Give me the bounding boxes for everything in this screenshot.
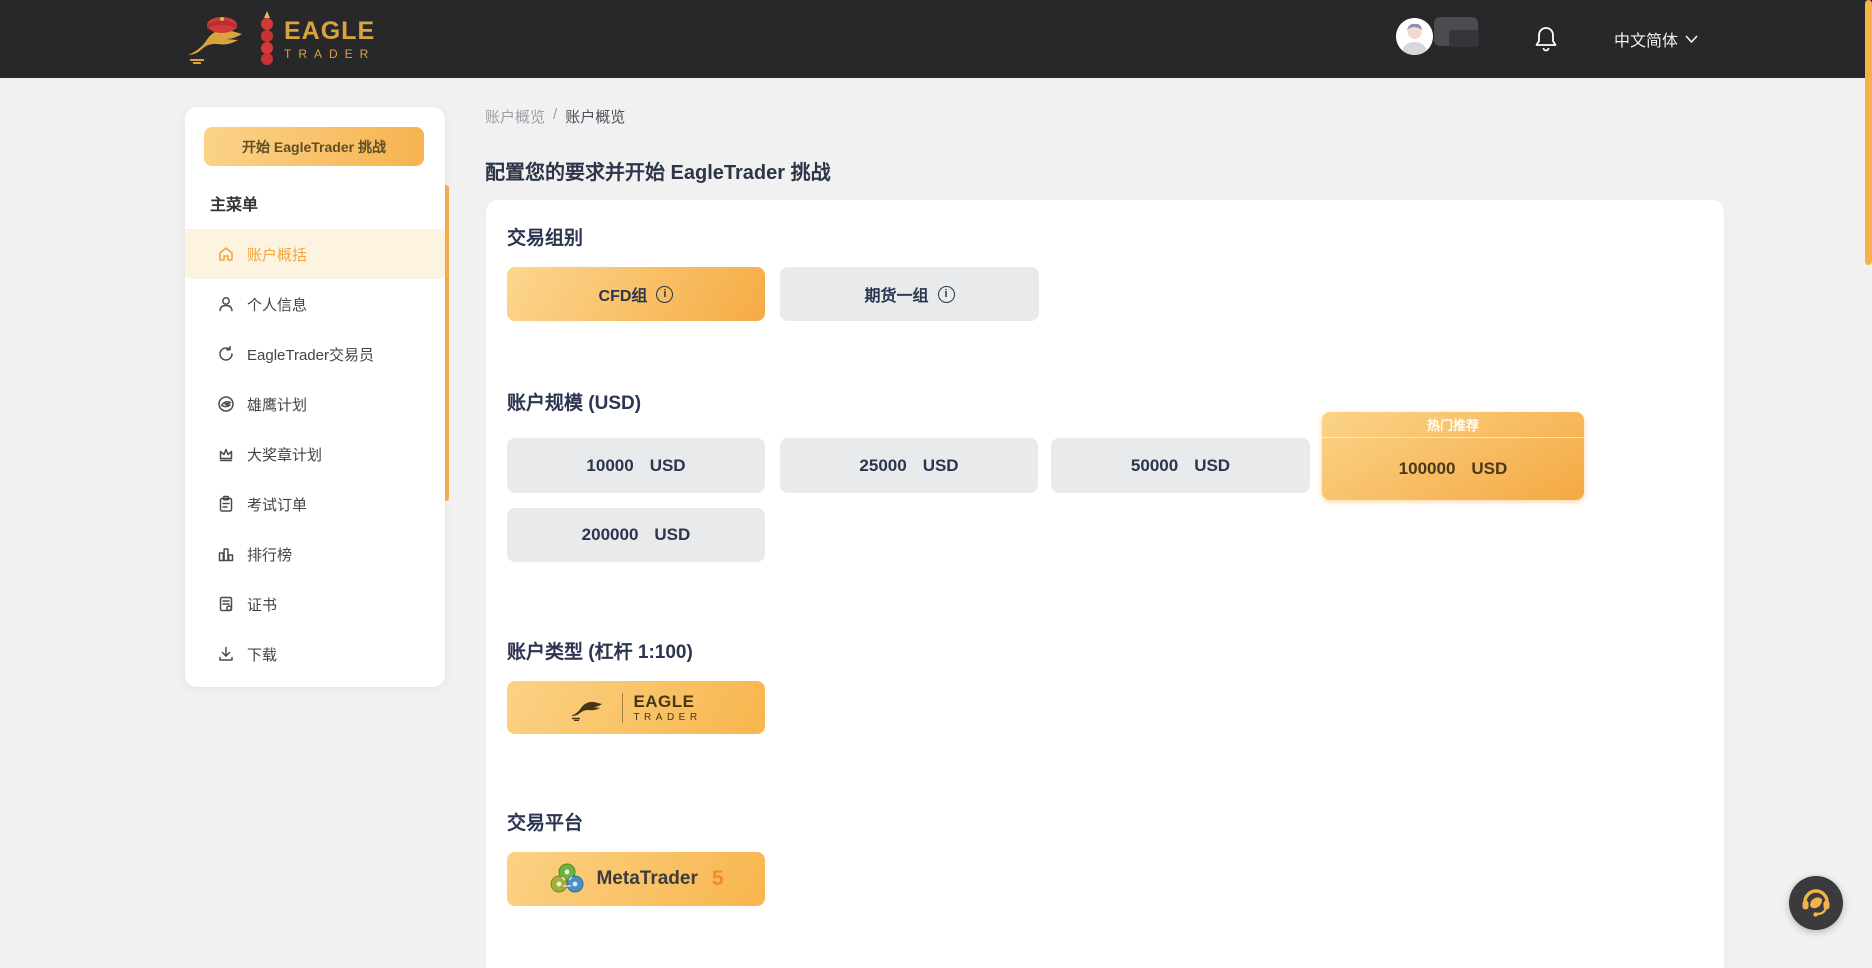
sidebar-item-label: 下载 [247,644,277,665]
size-option-200000[interactable]: 200000 USD [507,508,765,562]
size-amount: 25000 [859,456,906,476]
eagle-dark-icon [570,695,612,721]
start-challenge-button[interactable]: 开始 EagleTrader 挑战 [204,127,424,166]
sidebar-item-label: 大奖章计划 [247,444,322,465]
breadcrumb: 账户概览 / 账户概览 [485,106,625,127]
group-option-cfd[interactable]: CFD组 i [507,267,765,321]
sidebar-item-leaderboard[interactable]: 排行榜 [185,529,445,579]
platform-metatrader5-button[interactable]: MetaTrader 5 [507,852,765,906]
eagle-icon [217,395,235,413]
info-icon[interactable]: i [656,286,673,303]
group-option-futures[interactable]: 期货一组 i [780,267,1039,321]
sidebar-item-label: 考试订单 [247,494,307,515]
platform-version: 5 [712,867,724,891]
hot-badge: 热门推荐 [1322,412,1584,438]
brand-name-line2: TRADER [284,48,375,60]
brand-logo: EAGLE TRADER [186,8,375,70]
notifications-bell-icon[interactable] [1533,25,1559,53]
group-option-label: 期货一组 [864,282,928,306]
size-option-100000-selected[interactable]: 热门推荐 100000 USD [1322,412,1584,500]
breadcrumb-current: 账户概览 [565,106,625,127]
eagle-logo-icon [186,13,250,65]
page-scrollbar-thumb[interactable] [1865,0,1872,265]
account-type-brand-line1: EAGLE [633,693,701,710]
page-title: 配置您的要求并开始 EagleTrader 挑战 [485,156,831,185]
size-amount: 50000 [1131,456,1178,476]
sidebar-item-download[interactable]: 下载 [185,629,445,679]
sidebar-item-medallion-plan[interactable]: 大奖章计划 [185,429,445,479]
sidebar-item-label: 排行榜 [247,544,292,565]
account-type-eagle-button[interactable]: EAGLE TRADER [507,681,765,734]
size-option-25000[interactable]: 25000 USD [780,438,1038,493]
sidebar-item-trader[interactable]: EagleTrader交易员 [185,329,445,379]
breadcrumb-parent[interactable]: 账户概览 [485,106,545,127]
sidebar-item-eagle-plan[interactable]: 雄鹰计划 [185,379,445,429]
sidebar-item-account-overview[interactable]: 账户概括 [185,229,445,279]
language-selector[interactable]: 中文简体 [1614,27,1698,51]
username-redacted-block-2 [1449,30,1479,47]
section-title-platform: 交易平台 [507,808,583,835]
size-currency: USD [1471,459,1507,479]
section-title-account-size: 账户规模 (USD) [507,388,641,415]
size-currency: USD [923,456,959,476]
sidebar-item-exam-orders[interactable]: 考试订单 [185,479,445,529]
section-title-account-type: 账户类型 (杠杆 1:100) [507,637,693,664]
sidebar-item-personal-info[interactable]: 个人信息 [185,279,445,329]
challenge-config-card: 交易组别 CFD组 i 期货一组 i 账户规模 (USD) 10000 USD … [486,200,1724,968]
user-icon [217,295,235,313]
size-option-10000[interactable]: 10000 USD [507,438,765,493]
sidebar-item-label: 个人信息 [247,294,307,315]
skewer-icon [260,11,274,67]
brand-name-line1: EAGLE [284,19,375,44]
home-icon [217,245,235,263]
section-title-trading-group: 交易组别 [507,223,583,250]
sidebar-item-certificate[interactable]: 证书 [185,579,445,629]
crown-icon [217,445,235,463]
info-icon[interactable]: i [938,286,955,303]
sidebar-item-label: 账户概括 [247,244,307,265]
clipboard-icon [217,495,235,513]
size-currency: USD [654,525,690,545]
size-currency: USD [1194,456,1230,476]
sidebar-section-label: 主菜单 [210,191,258,215]
group-option-label: CFD组 [599,282,648,306]
headset-icon [1799,886,1833,920]
support-chat-button[interactable] [1789,876,1843,930]
size-option-50000[interactable]: 50000 USD [1051,438,1310,493]
sidebar-item-label: 证书 [247,594,277,615]
user-avatar[interactable] [1396,18,1433,55]
sidebar-item-label: EagleTrader交易员 [247,344,374,365]
size-amount: 200000 [582,525,639,545]
size-currency: USD [650,456,686,476]
size-amount: 100000 [1399,459,1456,479]
ranking-icon [217,545,235,563]
sidebar-item-label: 雄鹰计划 [247,394,307,415]
top-header: EAGLE TRADER 中文简体 [0,0,1872,78]
download-icon [217,645,235,663]
metatrader5-logo-icon [548,861,586,897]
sidebar: 开始 EagleTrader 挑战 主菜单 账户概括 个人信息 EagleTra… [185,107,445,687]
account-type-brand-line2: TRADER [633,713,701,723]
platform-name: MetaTrader [596,868,697,890]
divider [622,693,623,723]
breadcrumb-separator: / [553,106,557,127]
certificate-icon [217,595,235,613]
refresh-icon [217,345,235,363]
chevron-down-icon [1685,35,1698,43]
sidebar-menu: 账户概括 个人信息 EagleTrader交易员 雄鹰计划 大奖章计划 考试订单… [185,229,445,679]
language-label: 中文简体 [1614,27,1678,51]
size-amount: 10000 [586,456,633,476]
